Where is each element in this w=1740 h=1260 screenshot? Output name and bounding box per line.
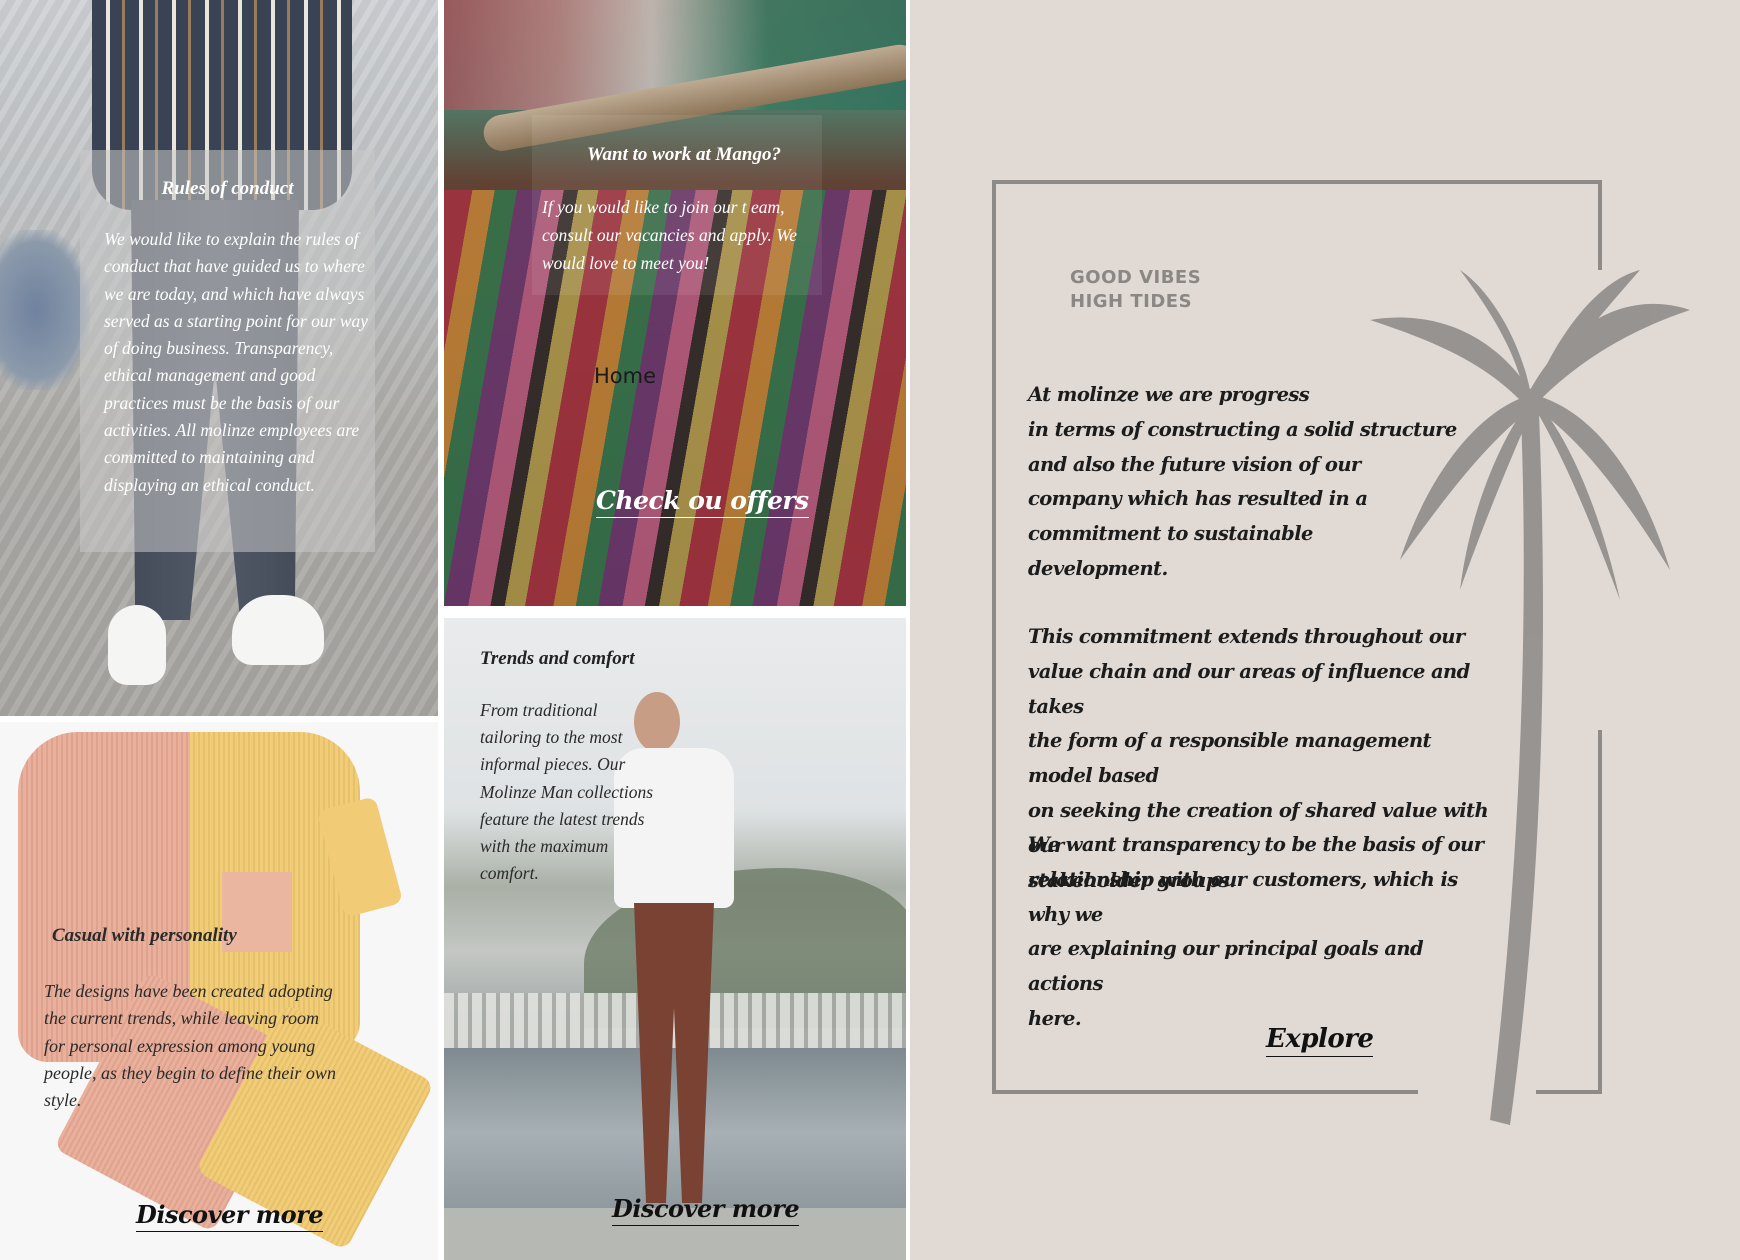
transparency-paragraph: We want transparency to be the basis of … [1028, 833, 1484, 1030]
trends-panel: Trends and comfort From traditional tail… [444, 618, 906, 1260]
frame-border-bottom-right [1536, 1090, 1602, 1094]
frame-border-bottom [992, 1090, 1418, 1094]
casual-title: Casual with personality [52, 925, 237, 946]
discover-more-link[interactable]: Discover more [612, 1194, 800, 1226]
rules-body: We would like to explain the rules of co… [104, 229, 368, 495]
tagline-line-1: GOOD VIBES [1070, 267, 1202, 288]
careers-title: Want to work at Mango? [587, 144, 781, 165]
tagline-line-2: HIGH TIDES [1070, 291, 1193, 312]
frame-border-left [992, 180, 996, 1094]
careers-panel: Want to work at Mango? If you would like… [444, 0, 906, 606]
trends-body: From traditional tailoring to the most i… [480, 700, 654, 884]
trends-title: Trends and comfort [480, 648, 635, 669]
rules-title: Rules of conduct [161, 178, 294, 199]
rules-of-conduct-panel: Rules of conduct We would like to explai… [0, 0, 438, 716]
tagline: GOOD VIBES HIGH TIDES [1070, 266, 1201, 314]
casual-body: The designs have been created adopting t… [44, 981, 336, 1111]
careers-body: If you would like to join our t eam, con… [542, 197, 798, 273]
frame-border-right [1598, 180, 1602, 270]
intro-paragraph: At molinze we are progress in terms of c… [1028, 383, 1457, 580]
check-offers-link[interactable]: Check ou offers [596, 486, 809, 518]
explore-link[interactable]: Explore [1266, 1024, 1374, 1057]
good-vibes-panel: GOOD VIBES HIGH TIDES At molinze we are … [910, 0, 1740, 1260]
casual-panel: Casual with personality The designs have… [0, 722, 438, 1260]
discover-more-link[interactable]: Discover more [136, 1200, 324, 1232]
frame-border-right-lower [1598, 730, 1602, 1094]
home-link[interactable]: Home [594, 364, 656, 388]
frame-border-top [992, 180, 1602, 184]
lake-water [444, 1048, 906, 1218]
